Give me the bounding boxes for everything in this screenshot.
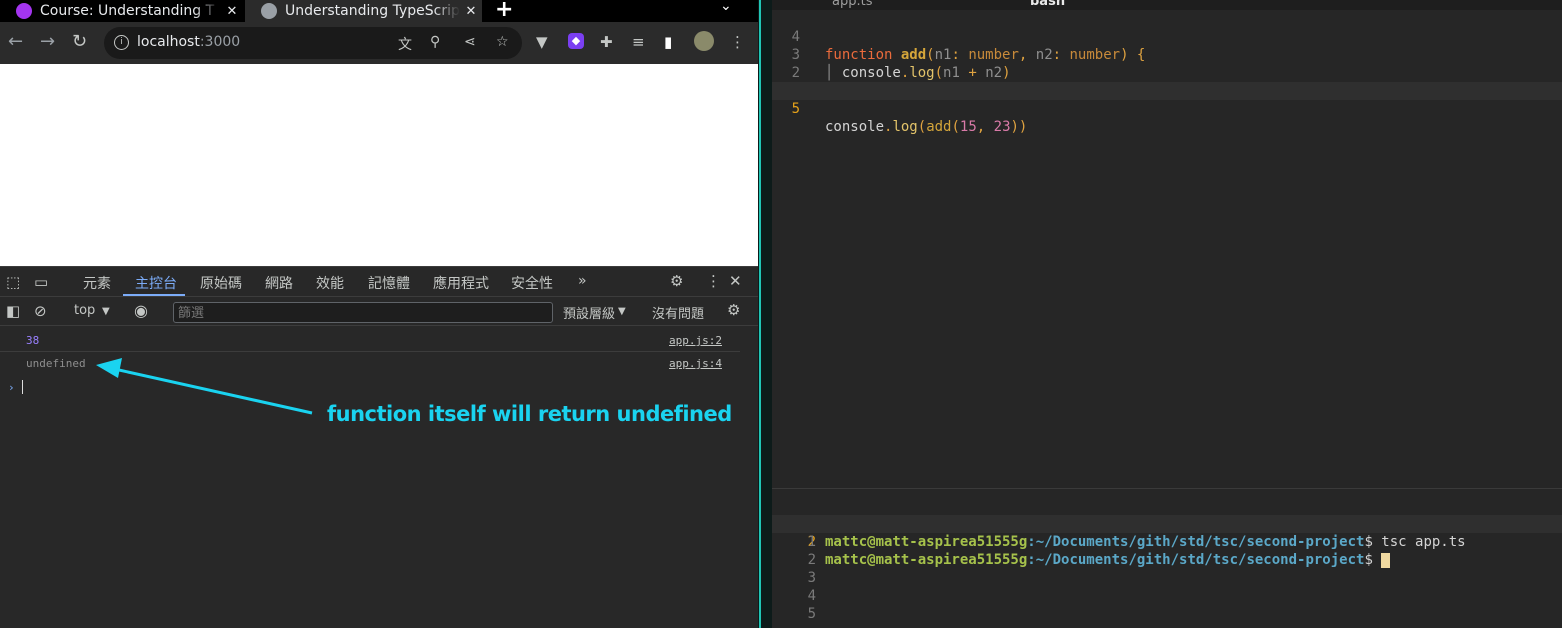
tab-elements[interactable]: 元素	[83, 273, 111, 293]
console-settings-icon[interactable]: ⚙	[727, 301, 740, 319]
text-cursor	[22, 380, 23, 394]
tab-understanding-typescript[interactable]: Understanding TypeScript ✕	[245, 0, 482, 22]
more-tabs-button[interactable]: »	[578, 273, 587, 289]
tab-course[interactable]: Course: Understanding T ✕	[0, 0, 243, 22]
terminal-pane[interactable]: 1 mattc@matt-aspirea51555g:~/Documents/g…	[772, 488, 1562, 628]
tab-title: Course: Understanding T	[40, 3, 215, 19]
udemy-favicon-icon	[16, 3, 32, 19]
url-text[interactable]: localhost:3000	[137, 34, 240, 50]
divider-line	[759, 0, 761, 628]
close-tab-icon[interactable]: ✕	[460, 4, 482, 19]
gutter-line: 2	[807, 552, 816, 568]
tab-strip: Course: Understanding T ✕ Understanding …	[0, 0, 758, 22]
code-line: 2 }	[772, 46, 1562, 99]
address-bar[interactable]: i localhost:3000 文 ⚲ ⋖ ☆	[104, 27, 522, 59]
devtools-tab-bar: ⬚ ▭ 元素 主控台 原始碼 網路 效能 記憶體 應用程式 安全性 » ⚙ ⋮ …	[0, 267, 758, 297]
bookmark-star-icon[interactable]: ☆	[496, 34, 509, 50]
log-levels-dropdown[interactable]: 預設層級	[563, 303, 615, 322]
chevron-down-icon[interactable]: ▼	[102, 306, 110, 317]
zoom-icon[interactable]: ⚲	[430, 34, 440, 50]
close-devtools-icon[interactable]: ✕	[729, 272, 742, 290]
console-toolbar: ◧ ⊘ top ▼ ◉ 預設層級 ▼ 沒有問題 ⚙	[0, 298, 758, 326]
tab-title: Understanding TypeScript	[285, 3, 460, 19]
source-link[interactable]: app.js:4	[669, 357, 722, 370]
code-line: 1	[772, 64, 1562, 99]
extensions-puzzle-icon[interactable]: ✚	[600, 33, 613, 51]
code-area[interactable]: 4 function add(n1: number, n2: number) {…	[772, 10, 1562, 135]
tab-console[interactable]: 主控台	[135, 273, 177, 293]
tab-sources[interactable]: 原始碼	[200, 273, 242, 293]
code-line-current: 5 console.log(add(15, 23))	[772, 82, 1562, 135]
console-filter-input[interactable]	[173, 302, 553, 323]
window-divider[interactable]	[758, 0, 772, 628]
gutter-line: 3	[807, 570, 816, 586]
line-number: 5	[791, 101, 800, 117]
context-selector[interactable]: top	[74, 303, 95, 318]
active-tab-indicator	[123, 294, 185, 296]
console-prompt[interactable]: ›	[0, 377, 740, 399]
site-info-icon[interactable]: i	[114, 35, 129, 50]
gutter-line: 5	[807, 606, 816, 622]
reading-list-icon[interactable]: ≡	[632, 33, 645, 51]
new-tab-button[interactable]: +	[495, 0, 513, 22]
side-panel-icon[interactable]: ▮	[664, 33, 672, 51]
inspect-element-icon[interactable]: ⬚	[6, 273, 20, 291]
extension-shield-icon[interactable]: ◆	[568, 33, 584, 49]
editor-tab-bar: app.ts bash	[772, 0, 1562, 10]
chevron-down-icon[interactable]: ▼	[618, 306, 626, 317]
sidebar-toggle-icon[interactable]: ◧	[6, 302, 20, 320]
tab-memory[interactable]: 記憶體	[368, 273, 410, 293]
editor-tab-app-ts[interactable]: app.ts	[832, 0, 872, 9]
tab-performance[interactable]: 效能	[316, 273, 344, 293]
tab-security[interactable]: 安全性	[511, 273, 553, 293]
terminal-line: 1 mattc@matt-aspirea51555g:~/Documents/g…	[808, 516, 1466, 550]
devtools-settings-icon[interactable]: ⚙	[670, 272, 683, 290]
code-line: 4 function add(n1: number, n2: number) {	[772, 10, 1562, 63]
console-message: 38 app.js:2	[0, 330, 740, 352]
devtools-panel: ⬚ ▭ 元素 主控台 原始碼 網路 效能 記憶體 應用程式 安全性 » ⚙ ⋮ …	[0, 266, 758, 628]
page-content	[0, 64, 758, 266]
vue-devtools-icon[interactable]: ▼	[536, 33, 548, 51]
issues-counter[interactable]: 沒有問題	[652, 303, 704, 322]
device-toolbar-icon[interactable]: ▭	[34, 273, 48, 291]
close-tab-icon[interactable]: ✕	[221, 4, 243, 19]
globe-favicon-icon	[261, 3, 277, 19]
code-line: 3 │ console.log(n1 + n2)	[772, 28, 1562, 81]
log-value: 38	[26, 334, 40, 347]
tab-search-icon[interactable]: ⌄	[720, 0, 732, 14]
annotation-label: function itself will return undefined	[327, 402, 732, 426]
browser-window: Course: Understanding T ✕ Understanding …	[0, 0, 758, 628]
live-expression-eye-icon[interactable]: ◉	[134, 301, 148, 320]
gutter-line: 1	[807, 534, 816, 550]
translate-icon[interactable]: 文	[398, 34, 412, 54]
source-link[interactable]: app.js:2	[669, 334, 722, 347]
gutter-line: 4	[807, 588, 816, 604]
reload-button[interactable]: ↻	[72, 32, 87, 52]
tab-network[interactable]: 網路	[265, 273, 293, 293]
share-icon[interactable]: ⋖	[464, 34, 476, 50]
editor-tab-bash[interactable]: bash	[1030, 0, 1065, 9]
forward-button[interactable]: →	[40, 32, 55, 52]
log-value: undefined	[26, 357, 86, 370]
prompt-chevron-icon: ›	[8, 381, 15, 394]
terminal-line-current: 2 mattc@matt-aspirea51555g:~/Documents/g…	[772, 515, 1562, 568]
back-button[interactable]: ←	[8, 32, 23, 52]
clear-console-icon[interactable]: ⊘	[34, 302, 47, 320]
devtools-menu-icon[interactable]: ⋮	[706, 272, 721, 290]
console-message: undefined app.js:4	[0, 353, 740, 375]
profile-avatar[interactable]	[694, 31, 714, 51]
tab-application[interactable]: 應用程式	[433, 273, 489, 293]
browser-menu-icon[interactable]: ⋮	[730, 33, 745, 51]
